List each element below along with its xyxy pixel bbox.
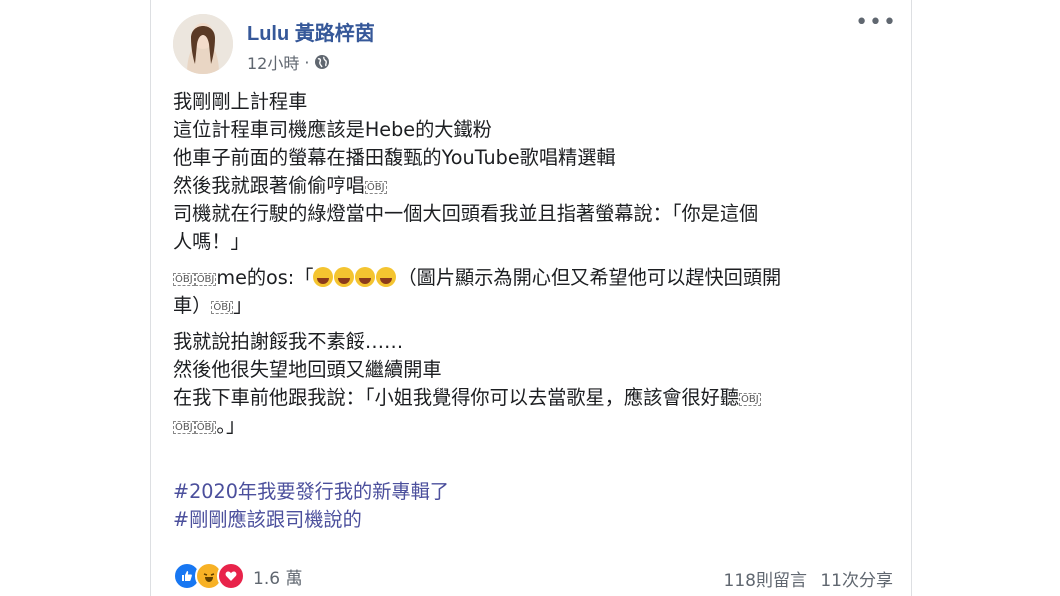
placeholder-glyph: OBJ (173, 273, 195, 286)
hashtags: #2020年我要發行我的新專輯了 #剛剛應該跟司機說的 (173, 478, 449, 534)
placeholder-glyph: OBJ (739, 393, 761, 406)
comments-count[interactable]: 118則留言 (724, 571, 807, 591)
shares-count[interactable]: 11次分享 (820, 571, 893, 591)
hashtag-link[interactable]: #剛剛應該跟司機說的 (173, 506, 449, 534)
crying-laughing-cat-emoji (355, 267, 376, 287)
post-meta: 12小時 · (247, 50, 330, 74)
crying-laughing-cat-emoji (334, 267, 355, 287)
text-line: 他車子前面的螢幕在播田馥甄的YouTube歌唱精選輯 (173, 146, 616, 169)
text-segment: 。」 (216, 414, 246, 437)
text-segment: （圖片顯示為開心但又希望他可以趕快回頭開 (397, 266, 782, 289)
crying-laughing-cat-emoji (376, 267, 397, 287)
text-line: 然後他很失望地回頭又繼續開車 (173, 358, 442, 381)
avatar-photo (173, 14, 233, 74)
placeholder-glyph: OBJ (173, 421, 195, 434)
engagement-stats: 118則留言 11次分享 (716, 566, 894, 591)
meta-separator: · (304, 52, 310, 72)
reactions-summary[interactable]: 1.6 萬 (173, 562, 302, 590)
globe-icon (315, 55, 330, 69)
text-line: OBJ OBJ me的os:「 （圖片顯示為開心但又希望他可以趕快回頭開 (173, 264, 893, 292)
text-segment: 然後我就跟著偷偷哼唱 (173, 174, 365, 197)
placeholder-glyph: OBJ (364, 181, 387, 194)
post-text: 我剛剛上計程車 這位計程車司機應該是Hebe的大鐵粉 他車子前面的螢幕在播田馥甄… (173, 88, 893, 440)
text-segment: 在我下車前他跟我說：「小姐我覺得你可以去當歌星，應該會很好聽 (173, 386, 740, 409)
reaction-count: 1.6 萬 (253, 568, 303, 589)
author-name[interactable]: Lulu 黃路梓茵 (247, 17, 375, 46)
text-line: 我剛剛上計程車 (173, 90, 308, 113)
crying-laughing-cat-emoji (313, 267, 334, 287)
more-options-icon[interactable]: ••• (855, 10, 897, 35)
text-line: 車） OBJ」 (173, 292, 893, 320)
text-line: 司機就在行駛的綠燈當中一個大回頭看我並且指著螢幕說：「你是這個 (173, 202, 759, 225)
text-line: OBJ OBJ。」 (173, 412, 893, 440)
text-line: 然後我就跟著偷偷哼唱 OBJ (173, 172, 893, 200)
timestamp[interactable]: 12小時 (247, 50, 299, 74)
avatar[interactable] (173, 14, 233, 74)
text-line: 人嗎！」 (173, 230, 250, 253)
placeholder-glyph: OBJ (211, 301, 234, 314)
text-segment: 車） (173, 294, 212, 317)
text-segment: me的os:「 (216, 266, 314, 289)
text-line: 在我下車前他跟我說：「小姐我覺得你可以去當歌星，應該會很好聽 OBJ (173, 384, 893, 412)
hashtag-link[interactable]: #2020年我要發行我的新專輯了 (173, 478, 449, 506)
text-line: 我就說拍謝餒我不素餒…… (173, 330, 404, 353)
love-reaction-icon (217, 562, 245, 590)
post-card: Lulu 黃路梓茵 12小時 · ••• 我剛剛上計程車 這位計程車司機應該是H… (150, 0, 912, 596)
text-line: 這位計程車司機應該是Hebe的大鐵粉 (173, 118, 492, 141)
placeholder-glyph: OBJ (194, 273, 217, 286)
placeholder-glyph: OBJ (194, 421, 217, 434)
text-segment: 」 (233, 294, 253, 317)
